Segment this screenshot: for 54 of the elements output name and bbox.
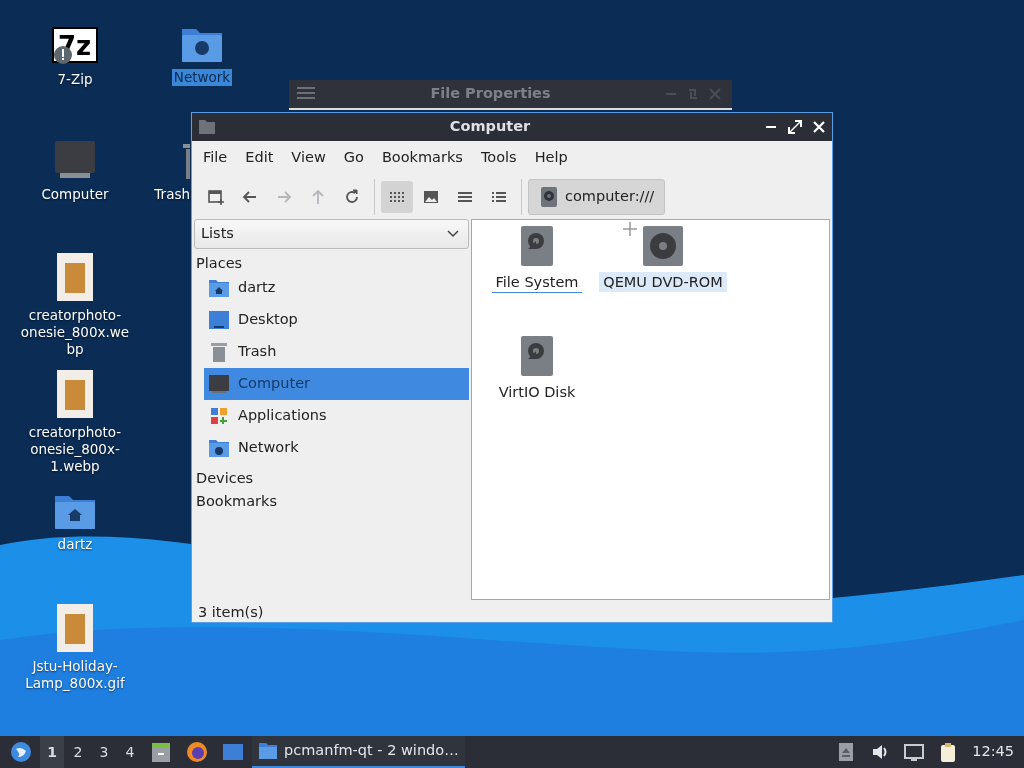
file-item-label[interactable]: File System <box>491 271 583 293</box>
view-mode-button[interactable] <box>381 180 413 213</box>
menu-item[interactable]: Tools <box>471 145 526 171</box>
menu-item[interactable]: Go <box>334 145 373 171</box>
sidebar-item[interactable]: Applications <box>204 399 469 432</box>
menu-item[interactable]: Bookmarks <box>372 145 472 171</box>
status-text: 3 item(s) <box>197 603 265 622</box>
file-item-label[interactable]: QEMU DVD-ROM <box>599 271 727 292</box>
close-icon[interactable] <box>812 120 826 134</box>
folder-icon <box>258 742 278 760</box>
sidebar-item[interactable]: dartz <box>204 271 469 304</box>
desktop-icon-label[interactable]: creatorphoto-onesie_800x-1.webp <box>16 424 134 475</box>
browser-icon[interactable] <box>186 741 208 763</box>
desktop-icon <box>208 308 230 331</box>
sidebar-section-header[interactable]: Devices <box>194 463 469 487</box>
maximize-icon[interactable] <box>788 120 802 134</box>
menu-item[interactable]: Help <box>525 145 577 171</box>
desktop-icon-label[interactable]: creatorphoto-onesie_800x.webp <box>16 307 134 358</box>
computer-icon[interactable] <box>54 140 96 180</box>
sidebar-item[interactable]: Network <box>204 431 469 464</box>
chevron-down-icon <box>446 228 460 239</box>
location-button[interactable]: computer:/// <box>528 178 666 215</box>
menu-item[interactable]: Edit <box>236 145 283 171</box>
menu-item[interactable]: File <box>194 145 237 171</box>
sidebar-section-header[interactable]: Places <box>194 248 469 272</box>
workspace-button[interactable]: 4 <box>118 736 142 768</box>
file-item-label[interactable]: VirtIO Disk <box>494 381 580 402</box>
start-menu-icon[interactable] <box>10 741 32 763</box>
folder-icon <box>198 119 216 135</box>
desktop-icon-label[interactable]: Computer <box>39 186 111 203</box>
trash-can-icon <box>208 340 230 363</box>
taskbar-task-button[interactable]: pcmanfm-qt - 2 windo… <box>252 736 465 768</box>
window-title: File Properties <box>429 84 552 104</box>
menu-icon[interactable] <box>297 86 317 102</box>
reload-icon <box>343 187 361 206</box>
window-controls-icon <box>664 87 724 101</box>
desktop-icon-label[interactable]: 7-Zip <box>55 71 95 88</box>
file-cabinet-icon[interactable] <box>150 741 172 763</box>
sidebar-mode-dropdown[interactable]: Lists <box>194 218 469 249</box>
menu-item[interactable]: View <box>282 145 335 171</box>
workspace-button[interactable]: 1 <box>40 736 64 768</box>
new-tab-icon <box>207 187 225 206</box>
sidebar-item[interactable]: Desktop <box>204 303 469 336</box>
show-desktop-icon[interactable] <box>222 742 244 762</box>
workspace-button[interactable]: 2 <box>66 736 90 768</box>
sidebar-item[interactable]: Trash <box>204 335 469 368</box>
sidebar-section-header[interactable]: Bookmarks <box>194 486 469 510</box>
workspace-button[interactable]: 3 <box>92 736 116 768</box>
desktop-icon-label[interactable]: Trash <box>154 186 190 203</box>
desktop-icon-label[interactable]: Jstu-Holiday-Lamp_800x.gif <box>16 658 134 692</box>
clock-text[interactable]: 12:45 <box>966 741 1020 763</box>
desktop-icon-label[interactable]: Network <box>171 69 233 86</box>
computer-icon <box>208 372 230 395</box>
window-title: Computer <box>448 117 532 137</box>
